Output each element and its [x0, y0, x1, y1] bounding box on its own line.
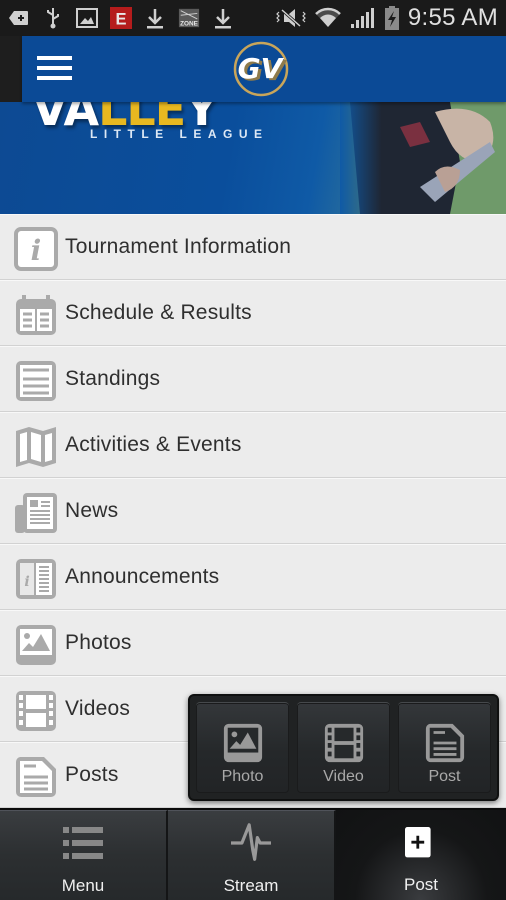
mute-vibrate-icon: [275, 7, 306, 29]
battery-charging-icon: [384, 6, 400, 30]
announcement-icon: i: [16, 559, 56, 599]
post-video-button[interactable]: Video: [297, 702, 390, 793]
tab-post[interactable]: Post: [336, 810, 506, 900]
signal-icon: [350, 7, 376, 29]
svg-text:ZONE: ZONE: [180, 20, 199, 27]
menu-item-activities-events[interactable]: Activities & Events: [0, 412, 506, 478]
menu-item-label: Schedule & Results: [65, 301, 252, 324]
clock: 9:55 AM: [407, 4, 498, 31]
newspaper-icon: [15, 493, 57, 533]
svg-text:i: i: [31, 234, 42, 267]
svg-text:E: E: [115, 10, 126, 28]
tab-post-label: Post: [403, 875, 439, 894]
tab-stream[interactable]: Stream: [168, 810, 336, 900]
tab-menu-label: Menu: [61, 876, 105, 895]
system-icons: 9:55 AM: [275, 4, 498, 32]
film-icon: [324, 723, 363, 763]
notification-icons: E ZONE: [8, 7, 234, 29]
menu-item-label: Tournament Information: [65, 235, 292, 258]
drawer-edge: [0, 36, 22, 102]
add-icon: [8, 7, 30, 29]
calendar-icon: [16, 295, 56, 335]
hamburger-icon: [37, 56, 72, 60]
menu-item-label: News: [65, 499, 119, 522]
menu-item-schedule-results[interactable]: Schedule & Results: [0, 280, 506, 346]
batter-photo: [340, 102, 506, 214]
menu-item-label: Announcements: [65, 565, 220, 588]
post-text-button[interactable]: Post: [398, 702, 491, 793]
tab-menu[interactable]: Menu: [0, 810, 168, 900]
menu-item-tournament-information[interactable]: i Tournament Information: [0, 214, 506, 280]
document-icon: [15, 757, 56, 797]
menu-item-label: Standings: [65, 367, 161, 390]
list-icon: [63, 827, 103, 859]
download-icon: [212, 7, 234, 29]
e-app-icon: E: [110, 7, 132, 29]
team-logo[interactable]: GV GV: [233, 41, 289, 97]
photo-icon: [223, 723, 262, 763]
post-type-popup: Photo Video Post: [188, 694, 499, 801]
post-photo-label: Photo: [221, 768, 264, 785]
standings-icon: [16, 361, 56, 401]
svg-text:i: i: [24, 574, 29, 590]
menu-item-label: Posts: [65, 763, 119, 786]
logo-text: GV: [238, 52, 285, 85]
menu-item-label: Videos: [65, 697, 131, 720]
hero-banner: VALLEY LITTLE LEAGUE: [0, 102, 506, 214]
post-text-label: Post: [428, 768, 461, 785]
image-icon: [76, 7, 98, 29]
map-icon: [16, 427, 56, 467]
post-video-label: Video: [323, 768, 364, 785]
plus-icon: [405, 827, 431, 858]
app-header: GV GV: [22, 36, 506, 102]
menu-item-announcements[interactable]: i Announcements: [0, 544, 506, 610]
menu-item-photos[interactable]: Photos: [0, 610, 506, 676]
menu-item-label: Photos: [65, 631, 132, 654]
menu-item-standings[interactable]: Standings: [0, 346, 506, 412]
photo-icon: [16, 625, 56, 665]
document-icon: [425, 723, 464, 763]
info-icon: i: [14, 227, 58, 271]
post-photo-button[interactable]: Photo: [196, 702, 289, 793]
zone-app-icon: ZONE: [178, 7, 200, 29]
download-icon: [144, 7, 166, 29]
tab-stream-label: Stream: [223, 876, 279, 895]
menu-item-news[interactable]: News: [0, 478, 506, 544]
status-bar: E ZONE 9:55 AM: [0, 0, 506, 36]
usb-icon: [42, 7, 64, 29]
hamburger-menu-button[interactable]: [37, 54, 73, 84]
wifi-icon: [314, 7, 342, 29]
banner-subtitle: LITTLE LEAGUE: [90, 127, 269, 141]
bottom-tab-bar: Menu Stream Post: [0, 808, 506, 900]
menu-item-label: Activities & Events: [65, 433, 242, 456]
pulse-icon: [231, 823, 271, 861]
film-icon: [16, 691, 56, 731]
